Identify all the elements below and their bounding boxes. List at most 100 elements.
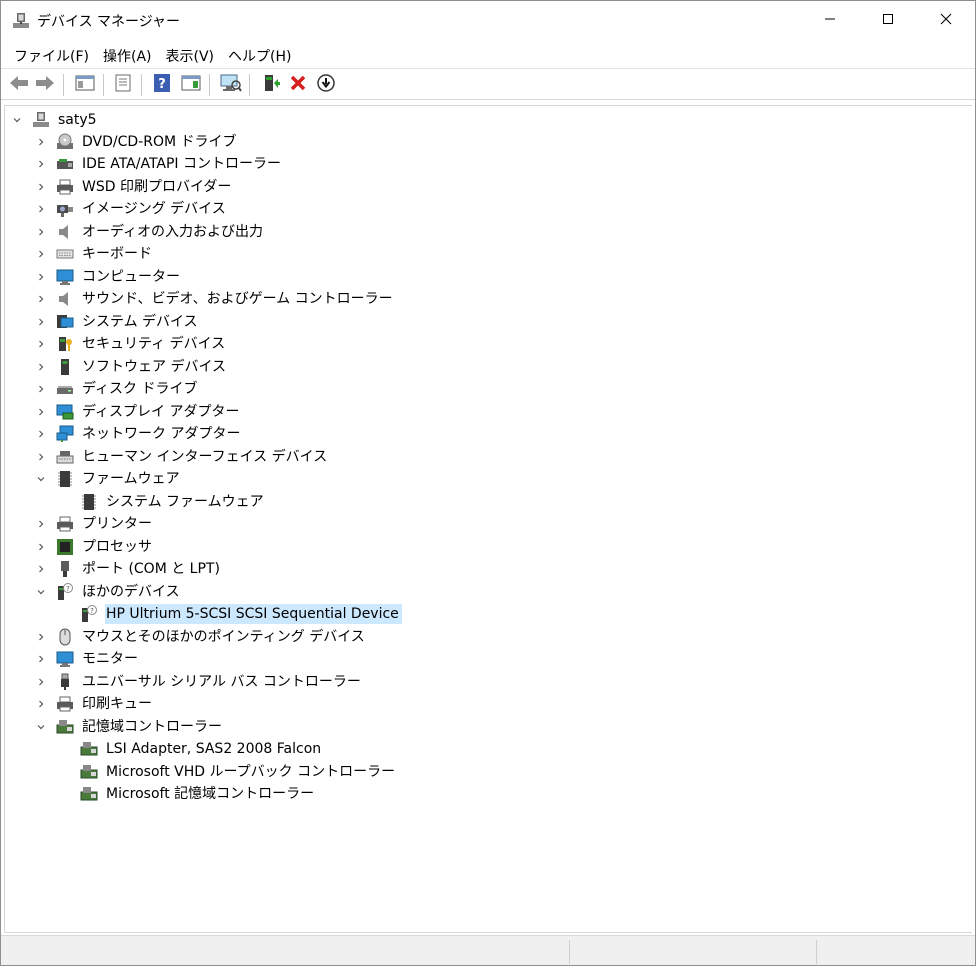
tree-category[interactable]: 印刷キュー [35,693,155,715]
chevron-right-icon[interactable] [35,563,47,575]
forward-arrow-icon [35,74,55,96]
tree-device-selected[interactable]: ? HP Ultrium 5-SCSI SCSI Sequential Devi… [59,603,402,625]
tree-category[interactable]: システム デバイス [35,311,201,333]
tree-category[interactable]: ? ほかのデバイス [35,581,183,603]
chevron-right-icon[interactable] [35,271,47,283]
scan-hardware-button[interactable] [219,73,243,97]
title-bar[interactable]: デバイス マネージャー [1,1,975,41]
chevron-right-icon[interactable] [35,158,47,170]
tree-category[interactable]: オーディオの入力および出力 [35,221,266,243]
help-button[interactable]: ? [150,73,174,97]
minimize-button[interactable] [801,1,859,41]
toolbar-separator [141,74,142,96]
menu-help[interactable]: ヘルプ(H) [221,42,298,68]
chevron-right-icon[interactable] [35,361,47,373]
console-tree-button[interactable] [73,73,97,97]
ide-controller-icon [55,154,75,174]
chevron-right-icon[interactable] [35,338,47,350]
chevron-right-icon[interactable] [35,316,47,328]
back-button[interactable] [7,73,31,97]
chevron-right-icon[interactable] [35,203,47,215]
tree-category[interactable]: プロセッサ [35,536,155,558]
tree-category-label: WSD 印刷プロバイダー [82,179,232,195]
toolbar-separator [63,74,64,96]
tree-category[interactable]: 記憶域コントローラー [35,716,225,738]
menu-file[interactable]: ファイル(F) [7,42,96,68]
chevron-right-icon[interactable] [35,518,47,530]
tree-root[interactable]: saty5 [11,109,100,131]
chevron-right-icon[interactable] [35,383,47,395]
tree-device[interactable]: LSI Adapter, SAS2 2008 Falcon [59,738,324,760]
action-pane-button[interactable] [179,73,203,97]
svg-text:?: ? [66,585,70,593]
storage-controller-icon [79,762,99,782]
tree-category[interactable]: マウスとそのほかのポインティング デバイス [35,626,368,648]
uninstall-device-button[interactable] [286,73,310,97]
menu-action[interactable]: 操作(A) [96,42,159,68]
tree-category[interactable]: キーボード [35,243,155,265]
chevron-right-icon[interactable] [35,406,47,418]
chevron-right-icon[interactable] [35,653,47,665]
chevron-right-icon[interactable] [35,226,47,238]
forward-button[interactable] [33,73,57,97]
tree-category[interactable]: プリンター [35,513,155,535]
chevron-right-icon[interactable] [35,181,47,193]
disable-device-button[interactable] [314,73,338,97]
network-adapter-icon [55,424,75,444]
tree-category[interactable]: コンピューター [35,266,183,288]
tree-category[interactable]: IDE ATA/ATAPI コントローラー [35,153,284,175]
tree-device[interactable]: Microsoft VHD ループバック コントローラー [59,761,398,783]
chevron-right-icon[interactable] [35,631,47,643]
chevron-right-icon[interactable] [35,293,47,305]
tree-device-label: Microsoft 記憶域コントローラー [106,786,315,802]
chevron-right-icon[interactable] [35,451,47,463]
tree-category[interactable]: DVD/CD-ROM ドライブ [35,131,240,153]
tree-category[interactable]: セキュリティ デバイス [35,333,228,355]
toolbar-separator [249,74,250,96]
tree-category[interactable]: WSD 印刷プロバイダー [35,176,234,198]
tree-category[interactable]: サウンド、ビデオ、およびゲーム コントローラー [35,288,396,310]
tree-category-label: キーボード [82,246,152,262]
tree-category[interactable]: モニター [35,648,141,670]
tree-category[interactable]: ユニバーサル シリアル バス コントローラー [35,671,364,693]
printer-icon [55,177,75,197]
chevron-right-icon[interactable] [35,248,47,260]
storage-controller-icon [55,717,75,737]
maximize-button[interactable] [859,1,917,41]
chevron-right-icon[interactable] [35,136,47,148]
close-icon [940,13,952,29]
tree-category[interactable]: ソフトウェア デバイス [35,356,229,378]
chevron-down-icon[interactable] [35,586,47,598]
tree-category-label: 記憶域コントローラー [82,719,222,735]
chevron-right-icon[interactable] [35,541,47,553]
tree-category[interactable]: ディスプレイ アダプター [35,401,242,423]
tree-category[interactable]: ヒューマン インターフェイス デバイス [35,446,330,468]
unknown-device-icon: ? [79,604,99,624]
chevron-right-icon[interactable] [35,698,47,710]
computer-icon [55,267,75,287]
tree-category[interactable]: ファームウェア [35,468,183,490]
update-driver-icon [261,73,281,97]
chevron-down-icon[interactable] [11,114,23,126]
tree-device[interactable]: システム ファームウェア [59,491,267,513]
chevron-right-icon[interactable] [35,428,47,440]
menu-view[interactable]: 表示(V) [159,42,222,68]
tree-device[interactable]: Microsoft 記憶域コントローラー [59,783,317,805]
system-device-icon [55,312,75,332]
chevron-down-icon[interactable] [35,473,47,485]
mouse-icon [55,627,75,647]
tree-category[interactable]: イメージング デバイス [35,198,229,220]
properties-button[interactable] [111,73,135,97]
chevron-down-icon[interactable] [35,721,47,733]
update-driver-button[interactable] [259,73,283,97]
chevron-right-icon[interactable] [35,676,47,688]
printer-icon [55,694,75,714]
tree-category[interactable]: ポート (COM と LPT) [35,558,223,580]
tree-category-label: サウンド、ビデオ、およびゲーム コントローラー [82,291,393,307]
close-button[interactable] [917,1,975,41]
tree-category[interactable]: ディスク ドライブ [35,378,200,400]
device-tree[interactable]: saty5 DVD/CD-ROM ドライブ IDE ATA/ATAPI コントロ… [4,105,972,933]
printer-icon [55,514,75,534]
tree-category[interactable]: ネットワーク アダプター [35,423,243,445]
chip-icon [79,492,99,512]
